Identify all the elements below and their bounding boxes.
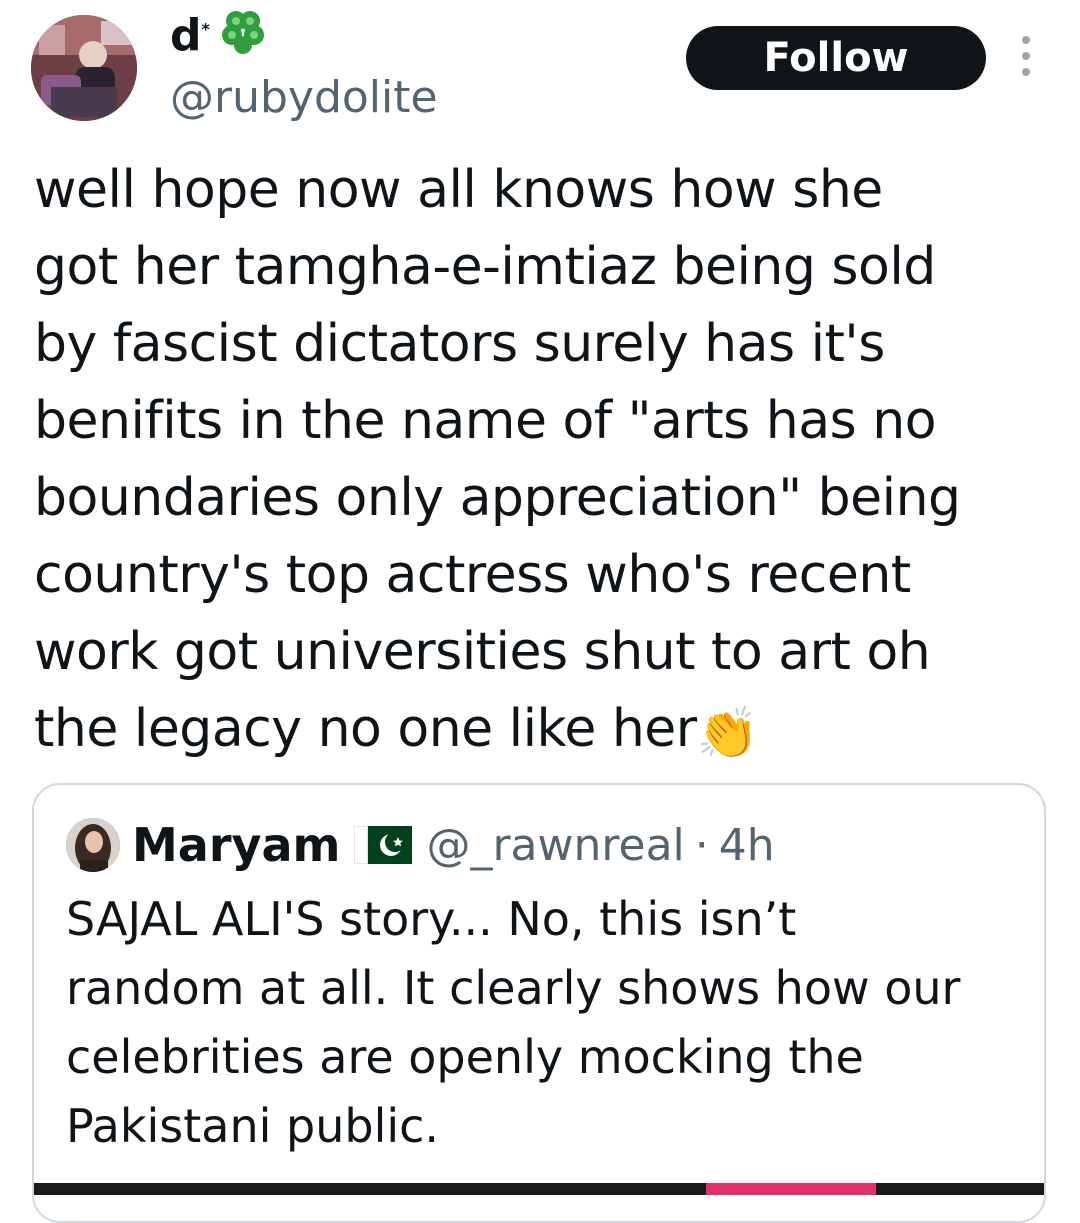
quoted-text-line: celebrities are openly mocking the (66, 1030, 864, 1084)
quoted-timestamp[interactable]: 4h (719, 820, 775, 871)
tweet-text-line: well hope now all knows how she (34, 160, 883, 220)
tweet-text-line: the legacy no one like her (34, 699, 697, 759)
tweet-text-line: by fascist dictators surely has it's (34, 314, 885, 374)
quoted-author-avatar[interactable] (66, 818, 120, 872)
quoted-tweet-header: Maryam @_rawnreal · 4h (66, 815, 775, 875)
follow-button[interactable]: Follow (686, 26, 986, 90)
author-handle[interactable]: @rubydolite (170, 72, 438, 124)
more-vertical-icon[interactable] (1014, 36, 1038, 76)
quoted-author-handle[interactable]: @_rawnreal (426, 820, 684, 871)
quoted-tweet-text: SAJAL ALI'S story... No, this isn’t rand… (66, 885, 1026, 1161)
tiktok-style-logo: d* (170, 10, 210, 61)
tweet-text-line: got her tamgha-e-imtiaz being sold (34, 237, 936, 297)
tweet-text: well hope now all knows how she got her … (34, 152, 1044, 768)
quoted-text-line: Pakistani public. (66, 1099, 440, 1153)
quoted-author-name[interactable]: Maryam (132, 818, 340, 872)
pakistan-flag-icon (354, 826, 413, 864)
tweet-text-line: boundaries only appreciation" being (34, 468, 961, 528)
tweet-text-line: work got universities shut to art oh (34, 622, 931, 682)
author-avatar[interactable] (31, 15, 137, 121)
tweet-text-line: country's top actress who's recent (34, 545, 911, 605)
quoted-media-preview[interactable] (34, 1183, 1044, 1195)
clapping-hands-icon: 👏 (696, 704, 759, 762)
quoted-text-line: SAJAL ALI'S story... No, this isn’t (66, 892, 797, 946)
tweet-text-line-last: the legacy no one like her👏 (34, 691, 1044, 768)
quoted-text-line: random at all. It clearly shows how our (66, 961, 961, 1015)
quoted-tweet-card[interactable]: Maryam @_rawnreal · 4h SAJAL ALI'S story… (32, 783, 1046, 1223)
author-display-name[interactable]: d* (170, 4, 268, 68)
four-leaf-clover-icon (218, 7, 268, 65)
tweet-text-line: benifits in the name of "arts has no (34, 391, 937, 451)
media-accent (706, 1183, 876, 1195)
separator-dot: · (694, 819, 709, 871)
